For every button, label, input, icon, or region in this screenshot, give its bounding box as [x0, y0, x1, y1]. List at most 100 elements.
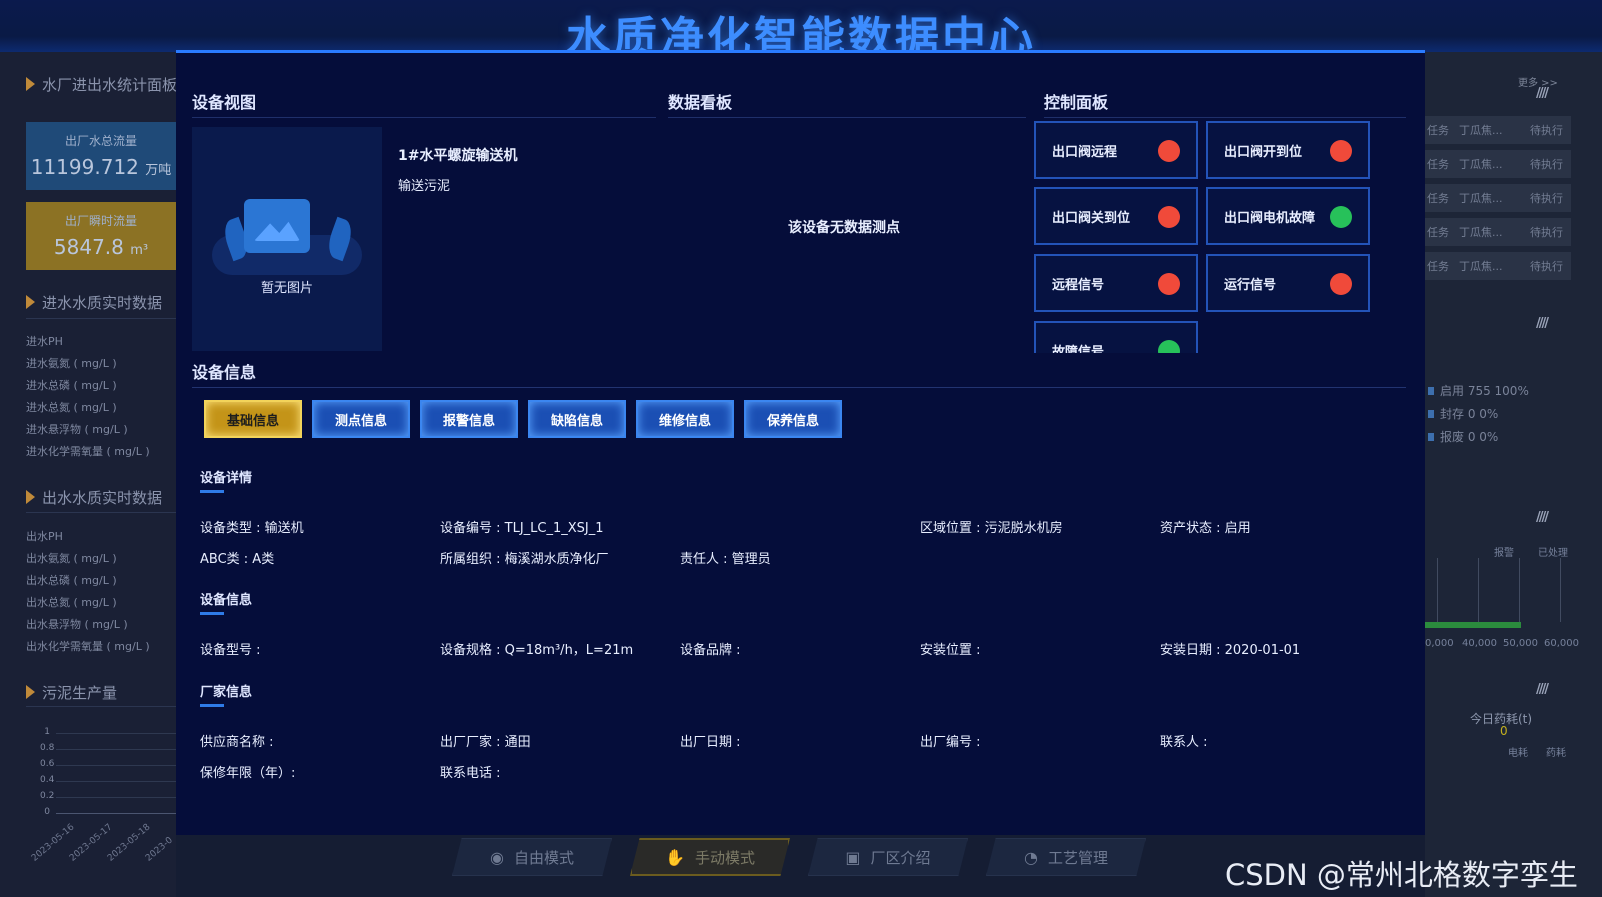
progress-bar: [1425, 622, 1521, 628]
field-warranty-years: 保修年限（年）:: [200, 766, 296, 781]
stat-card-total-flow: 出厂水总流量 11199.712 万吨: [26, 122, 176, 190]
device-detail-modal: 设备视图 数据看板 控制面板 暂无图片 1#水平螺旋输送机 输送污泥 该设备无数…: [176, 50, 1425, 835]
control-run-signal[interactable]: 运行信号: [1206, 254, 1370, 312]
field-area: 区域位置 : 污泥脱水机房: [920, 521, 1063, 536]
eye-icon: ◉: [490, 847, 504, 867]
chart-line: [1478, 558, 1479, 622]
legend-alarm: 报警: [1494, 548, 1514, 559]
left-item: 进水PH: [26, 335, 63, 348]
subsection-underline: [200, 704, 224, 707]
no-image-caption: 暂无图片: [260, 281, 313, 296]
tab-maintenance-info[interactable]: 保养信息: [744, 400, 842, 438]
device-name: 1#水平螺旋输送机: [398, 148, 518, 164]
section-title-device-view: 设备视图: [192, 93, 257, 112]
control-remote-signal[interactable]: 远程信号: [1034, 254, 1198, 312]
tab-measure-points[interactable]: 测点信息: [312, 400, 410, 438]
today-consumption-value: 0: [1500, 724, 1508, 738]
book-icon: ▣: [845, 847, 861, 867]
legend-handled: 已处理: [1538, 548, 1568, 559]
mode-button-intro[interactable]: ▣ 厂区介绍: [808, 838, 968, 876]
field-install-location: 安装位置 :: [920, 643, 981, 658]
divider: [192, 387, 1406, 388]
control-fault-signal[interactable]: 故障信号: [1034, 321, 1198, 353]
section-title-device-info: 设备信息: [192, 363, 257, 382]
divider: [668, 117, 1026, 118]
task-row[interactable]: 任务 丁瓜焦... 待执行: [1425, 218, 1571, 246]
field-serial-number: 出厂编号 :: [920, 735, 981, 750]
section-title-control-panel: 控制面板: [1044, 93, 1109, 112]
grid-line: [56, 749, 176, 750]
field-asset-status: 资产状态 : 启用: [1160, 521, 1251, 536]
left-section-title-sludge: 污泥生产量: [26, 682, 117, 703]
device-image-placeholder: 暂无图片: [192, 127, 382, 351]
left-item: 进水总氮 ( mg/L ): [26, 401, 117, 414]
axis-tick: 40,000: [1462, 638, 1497, 649]
tab-defect-info[interactable]: 缺陷信息: [528, 400, 626, 438]
device-description: 输送污泥: [398, 179, 451, 194]
field-owner: 责任人 : 管理员: [680, 552, 771, 567]
left-item: 进水总磷 ( mg/L ): [26, 379, 117, 392]
y-tick: 0.6: [40, 759, 55, 769]
axis-tick: 50,000: [1503, 638, 1538, 649]
divider: [26, 318, 176, 319]
asset-stat-sealed: 封存 0 0%: [1428, 405, 1498, 422]
mode-button-free[interactable]: ◉ 自由模式: [452, 838, 612, 876]
left-item: 出水化学需氧量 ( mg/L ): [26, 640, 150, 653]
field-supplier: 供应商名称 :: [200, 735, 274, 750]
task-row[interactable]: 任务 丁瓜焦... 待执行: [1425, 150, 1571, 178]
y-tick: 1: [44, 727, 50, 737]
tab-basic-info[interactable]: 基础信息: [204, 400, 302, 438]
y-tick: 0.4: [40, 775, 55, 785]
left-item: 进水氨氮 ( mg/L ): [26, 357, 117, 370]
y-tick: 0.8: [40, 743, 55, 753]
status-indicator: [1330, 206, 1352, 228]
left-item: 进水悬浮物 ( mg/L ): [26, 423, 128, 436]
field-phone: 联系电话 :: [440, 766, 501, 781]
section-title-data-board: 数据看板: [668, 93, 733, 112]
mode-button-process[interactable]: ◔ 工艺管理: [986, 838, 1146, 876]
grid-line: [56, 797, 176, 798]
mode-button-manual[interactable]: ✋ 手动模式: [630, 838, 790, 876]
grid-line: [56, 781, 176, 782]
status-indicator: [1330, 140, 1352, 162]
grid-line: [56, 733, 176, 734]
tab-alarm-info[interactable]: 报警信息: [420, 400, 518, 438]
field-device-code: 设备编号 : TLJ_LC_1_XSJ_1: [440, 521, 604, 536]
left-item: 进水化学需氧量 ( mg/L ): [26, 445, 150, 458]
left-item: 出水悬浮物 ( mg/L ): [26, 618, 128, 631]
deco-bars: ////: [1536, 682, 1549, 697]
axis-tick: 60,000: [1544, 638, 1579, 649]
divider: [26, 512, 176, 513]
task-row[interactable]: 任务 丁瓜焦... 待执行: [1425, 116, 1571, 144]
left-item: 出水总磷 ( mg/L ): [26, 574, 117, 587]
hand-icon: ✋: [665, 847, 685, 867]
task-row[interactable]: 任务 丁瓜焦... 待执行: [1425, 252, 1571, 280]
chart-line: [1437, 558, 1438, 622]
control-outlet-valve-open[interactable]: 出口阀开到位: [1206, 121, 1370, 179]
field-manufacture-date: 出厂日期 :: [680, 735, 741, 750]
axis-tick: 0,000: [1425, 638, 1454, 649]
divider: [26, 706, 176, 707]
left-item: 出水氨氮 ( mg/L ): [26, 552, 117, 565]
field-device-type: 设备类型 : 输送机: [200, 521, 304, 536]
subsection-underline: [200, 490, 224, 493]
tab-repair-info[interactable]: 维修信息: [636, 400, 734, 438]
right-panel: [1425, 52, 1602, 897]
x-axis-line: [56, 813, 176, 814]
control-outlet-valve-remote[interactable]: 出口阀远程: [1034, 121, 1198, 179]
legend-chemical: 药耗: [1546, 748, 1566, 759]
grid-line: [56, 765, 176, 766]
left-section-title-stats: 水厂进出水统计面板: [26, 74, 177, 95]
field-model: 设备型号 :: [200, 643, 261, 658]
field-abc-class: ABC类 : A类: [200, 552, 275, 567]
divider: [192, 117, 656, 118]
control-outlet-valve-closed[interactable]: 出口阀关到位: [1034, 187, 1198, 245]
control-outlet-valve-motor-fault[interactable]: 出口阀电机故障: [1206, 187, 1370, 245]
y-tick: 0.2: [40, 791, 55, 801]
field-manufacturer: 出厂厂家 : 通田: [440, 735, 531, 750]
stat-value: 5847.8 m³: [53, 235, 149, 259]
field-spec: 设备规格 : Q=18m³/h，L=21m: [440, 643, 634, 658]
field-organization: 所属组织 : 梅溪湖水质净化厂: [440, 552, 609, 567]
task-row[interactable]: 任务 丁瓜焦... 待执行: [1425, 184, 1571, 212]
legend-electricity: 电耗: [1508, 748, 1528, 759]
